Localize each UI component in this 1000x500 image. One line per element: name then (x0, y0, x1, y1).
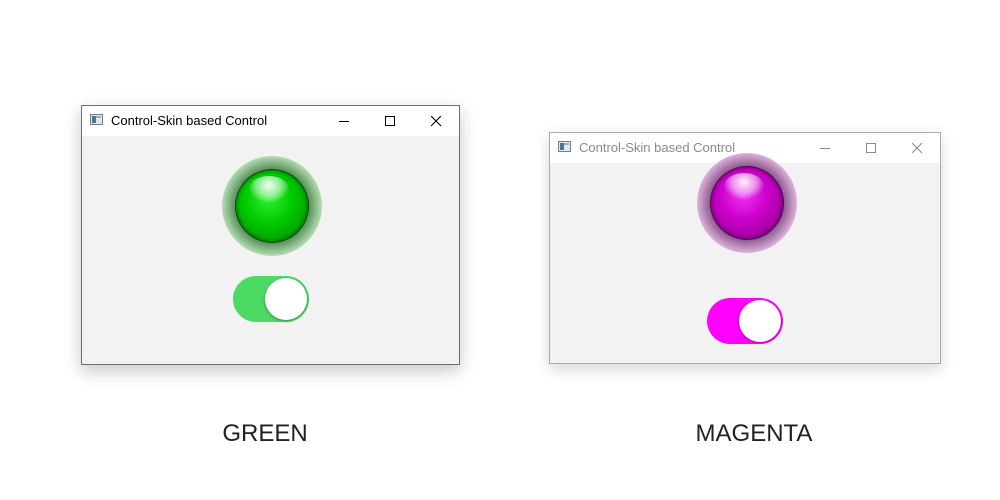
maximize-icon (385, 116, 395, 126)
maximize-icon (866, 143, 876, 153)
window-title: Control-Skin based Control (579, 140, 736, 155)
minimize-icon (820, 148, 830, 149)
maximize-button[interactable] (367, 106, 413, 136)
close-icon (431, 116, 442, 127)
minimize-button[interactable] (321, 106, 367, 136)
app-window-icon (558, 141, 571, 152)
magenta-caption: MAGENTA (695, 420, 813, 447)
minimize-icon (339, 121, 349, 122)
close-button[interactable] (894, 133, 940, 163)
green-toggle-switch[interactable] (233, 276, 309, 322)
toggle-knob[interactable] (265, 278, 307, 320)
close-icon (912, 143, 923, 154)
magenta-led-indicator (697, 153, 797, 253)
app-window-icon (90, 114, 103, 125)
led-highlight (724, 173, 764, 199)
magenta-toggle-switch[interactable] (707, 298, 783, 344)
green-demo-window: Control-Skin based Control (81, 105, 460, 365)
maximize-button[interactable] (848, 133, 894, 163)
led-bulb (711, 167, 783, 239)
led-bulb (236, 170, 308, 242)
window-title: Control-Skin based Control (111, 113, 268, 128)
magenta-demo-window: Control-Skin based Control (549, 132, 941, 364)
green-led-indicator (222, 156, 322, 256)
green-caption: GREEN (222, 420, 308, 447)
minimize-button[interactable] (802, 133, 848, 163)
close-button[interactable] (413, 106, 459, 136)
title-bar[interactable]: Control-Skin based Control (82, 106, 459, 136)
led-highlight (249, 176, 289, 202)
toggle-knob[interactable] (739, 300, 781, 342)
